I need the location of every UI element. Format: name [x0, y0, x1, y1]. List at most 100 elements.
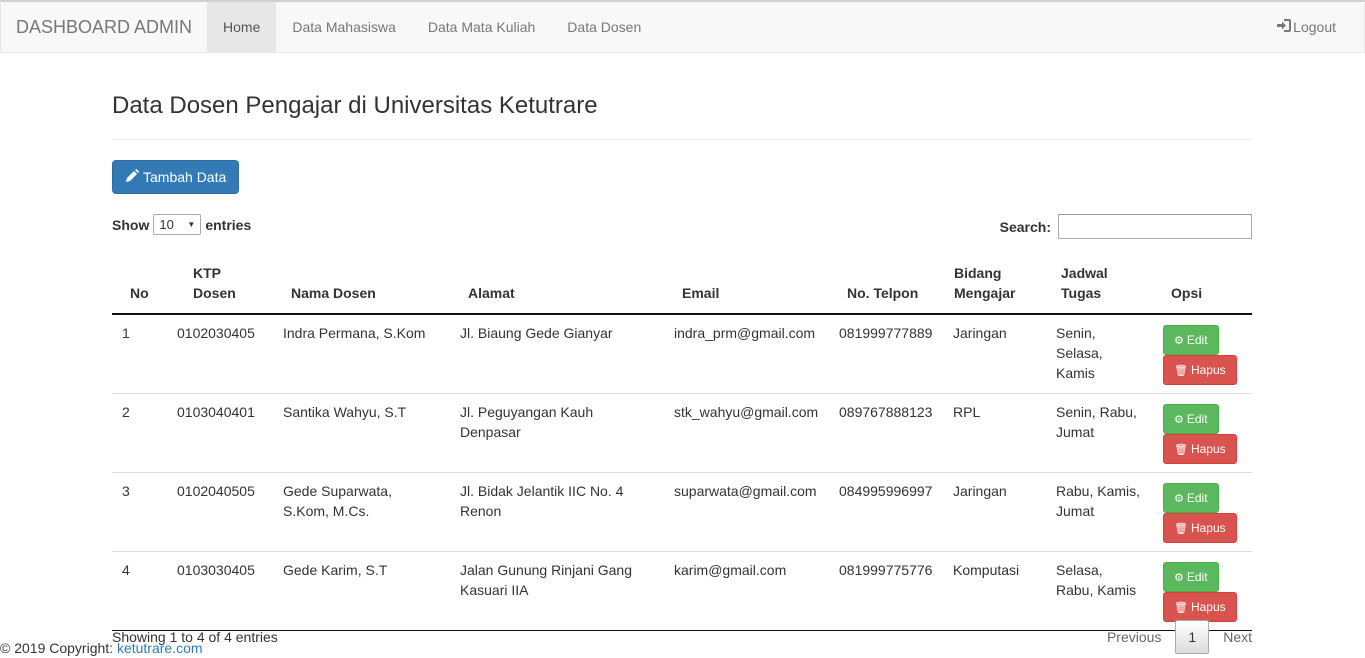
cell-ktp: 0102040505: [175, 472, 273, 552]
gear-icon: ⚙: [1174, 571, 1184, 584]
footer-link[interactable]: ketutrare.com: [117, 640, 203, 656]
add-data-label: Tambah Data: [143, 169, 227, 185]
show-label: Show: [112, 216, 150, 233]
edit-label: Edit: [1186, 412, 1208, 426]
trash-icon: 🗑: [1174, 364, 1188, 377]
page-length-select[interactable]: 10 ▼: [153, 214, 202, 235]
nav-home[interactable]: Home: [207, 2, 277, 52]
table-row: 3 0102040505 Gede Suparwata, S.Kom, M.Cs. J…: [112, 472, 1252, 552]
edit-label: Edit: [1186, 491, 1208, 505]
table-row: 4 0103030405 Gede Karim, S.T Jalan Gunung R…: [112, 551, 1252, 631]
header-bidang[interactable]: Bidang Mengajar: [943, 253, 1046, 315]
cell-email: indra_prm@gmail.com: [674, 325, 816, 341]
cell-bidang: Jaringan: [943, 472, 1046, 552]
row-actions: ⚙ Edit 🗑 Hapus: [1163, 402, 1242, 464]
main-container: Data Dosen Pengajar di Universitas Ketut…: [112, 53, 1252, 654]
header-ktp[interactable]: KTP Dosen: [175, 253, 273, 315]
cell-nama: Gede Karim, S.T: [273, 551, 450, 631]
cell-email: suparwata@gmail.com: [664, 472, 829, 552]
header-alamat[interactable]: Alamat: [450, 253, 664, 315]
nav-data-mahasiswa[interactable]: Data Mahasiswa: [276, 2, 412, 52]
cell-ktp: 0103030405: [175, 551, 273, 631]
entries-label: entries: [205, 216, 252, 233]
cell-alamat: Jl. Bidak Jelantik IIC No. 4 Renon: [450, 472, 664, 552]
cell-nama: Gede Suparwata, S.Kom, M.Cs.: [273, 472, 450, 552]
cell-nama: Indra Permana, S.Kom: [283, 325, 426, 341]
logout-label: Logout: [1293, 19, 1336, 35]
nav-data-mata-kuliah[interactable]: Data Mata Kuliah: [412, 2, 551, 52]
nav-data-dosen[interactable]: Data Dosen: [551, 2, 657, 52]
cell-no: 2: [112, 393, 175, 473]
cell-opsi: ⚙ Edit 🗑 Hapus: [1153, 314, 1252, 394]
row-actions: ⚙ Edit 🗑 Hapus: [1163, 323, 1242, 385]
copyright-text: © 2019 Copyright:: [0, 640, 117, 656]
cell-alamat: Jalan Gunung Rinjani Gang Kasuari IIA: [450, 551, 664, 631]
table-header-row: No KTP Dosen Nama Dosen Alamat Email No. …: [112, 253, 1252, 315]
logout-link[interactable]: Logout: [1261, 2, 1364, 52]
gear-icon: ⚙: [1174, 492, 1184, 505]
row-actions: ⚙ Edit 🗑 Hapus: [1163, 560, 1242, 622]
delete-label: Hapus: [1190, 521, 1226, 535]
title-divider: [112, 139, 1252, 140]
footer: © 2019 Copyright: ketutrare.com: [0, 640, 203, 656]
edit-button[interactable]: ⚙ Edit: [1163, 483, 1219, 513]
cell-jadwal: Senin, Selasa, Kamis: [1056, 325, 1103, 381]
cell-jadwal: Rabu, Kamis, Jumat: [1046, 472, 1153, 552]
delete-label: Hapus: [1190, 363, 1226, 377]
navbar: DASHBOARD ADMIN Home Data Mahasiswa Data…: [0, 0, 1365, 53]
edit-button[interactable]: ⚙ Edit: [1163, 404, 1219, 434]
delete-label: Hapus: [1190, 442, 1226, 456]
header-email[interactable]: Email: [664, 253, 829, 315]
cell-email: karim@gmail.com: [664, 551, 829, 631]
page-1-button[interactable]: 1: [1175, 620, 1210, 654]
delete-button[interactable]: 🗑 Hapus: [1163, 592, 1237, 622]
edit-button[interactable]: ⚙ Edit: [1163, 325, 1219, 355]
cell-telpon: 081999777889: [839, 325, 933, 341]
search-input[interactable]: [1058, 214, 1252, 239]
page-title: Data Dosen Pengajar di Universitas Ketut…: [112, 92, 598, 119]
brand-link[interactable]: DASHBOARD ADMIN: [1, 2, 207, 52]
cell-opsi: ⚙ Edit 🗑 Hapus: [1153, 472, 1252, 552]
add-data-button[interactable]: Tambah Data: [112, 160, 240, 194]
previous-page-button[interactable]: Previous: [1107, 620, 1161, 654]
header-opsi[interactable]: Opsi: [1153, 253, 1252, 315]
table-row: 2 0103040401 Santika Wahyu, S.T Jl. Peguyan…: [112, 393, 1252, 473]
table-row: 1 0102030405 Indra Permana, S.Kom Jl. Biaun…: [112, 314, 1252, 394]
cell-opsi: ⚙ Edit 🗑 Hapus: [1153, 551, 1252, 631]
delete-label: Hapus: [1190, 600, 1226, 614]
trash-icon: 🗑: [1174, 522, 1188, 535]
trash-icon: 🗑: [1174, 601, 1188, 614]
cell-jadwal: Selasa, Rabu, Kamis: [1046, 551, 1153, 631]
delete-button[interactable]: 🗑 Hapus: [1163, 434, 1237, 464]
delete-button[interactable]: 🗑 Hapus: [1163, 513, 1237, 543]
edit-label: Edit: [1186, 570, 1208, 584]
cell-bidang: Komputasi: [943, 551, 1046, 631]
search-control: Search:: [1000, 214, 1252, 239]
header-no[interactable]: No: [112, 253, 175, 315]
cell-ktp: 0103040401: [175, 393, 273, 473]
dosen-table: No KTP Dosen Nama Dosen Alamat Email No. …: [112, 253, 1252, 631]
edit-button[interactable]: ⚙ Edit: [1163, 562, 1219, 592]
pagination: Previous 1 Next: [1107, 620, 1252, 654]
cell-no: 4: [112, 551, 175, 631]
next-page-button[interactable]: Next: [1223, 620, 1252, 654]
header-telpon[interactable]: No. Telpon: [829, 253, 943, 315]
cell-telpon: 089767888123: [829, 393, 943, 473]
pencil-icon: [125, 168, 139, 186]
trash-icon: 🗑: [1174, 443, 1188, 456]
gear-icon: ⚙: [1174, 413, 1184, 426]
cell-nama: Santika Wahyu, S.T: [273, 393, 450, 473]
cell-bidang: RPL: [943, 393, 1046, 473]
gear-icon: ⚙: [1174, 334, 1184, 347]
cell-alamat: Jl. Biaung Gede Gianyar: [460, 325, 613, 341]
delete-button[interactable]: 🗑 Hapus: [1163, 355, 1237, 385]
page-length-value: 10: [159, 217, 174, 232]
cell-email: stk_wahyu@gmail.com: [664, 393, 829, 473]
log-in-icon: [1277, 19, 1292, 35]
page-length-control: Show 10 ▼ entries: [112, 214, 251, 235]
cell-opsi: ⚙ Edit 🗑 Hapus: [1153, 393, 1252, 473]
edit-label: Edit: [1186, 333, 1208, 347]
header-nama[interactable]: Nama Dosen: [273, 253, 450, 315]
search-label: Search:: [999, 218, 1051, 235]
header-jadwal[interactable]: Jadwal Tugas: [1046, 253, 1153, 315]
